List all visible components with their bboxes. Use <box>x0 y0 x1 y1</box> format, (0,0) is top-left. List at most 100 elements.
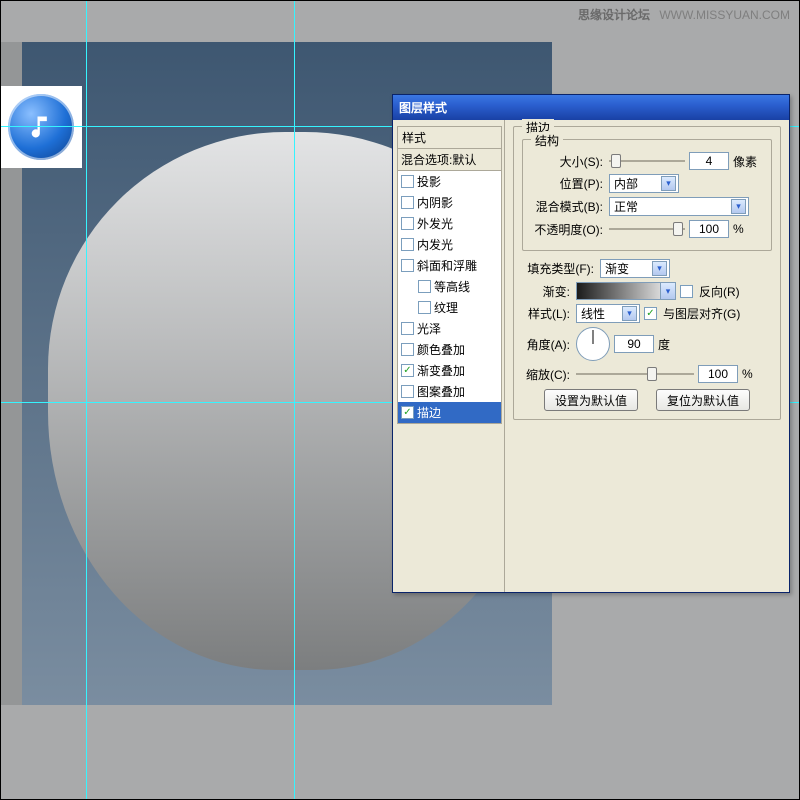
style-select[interactable]: 线性 ▾ <box>576 304 640 323</box>
style-value: 线性 <box>581 305 605 322</box>
angle-row: 角度(A): 度 <box>522 327 772 361</box>
angle-input[interactable] <box>614 335 654 353</box>
style-checkbox[interactable] <box>418 301 431 314</box>
style-checkbox[interactable] <box>401 322 414 335</box>
scale-label: 缩放(C): <box>522 366 570 383</box>
style-item-11[interactable]: ✓描边 <box>398 402 501 423</box>
styles-header[interactable]: 样式 <box>397 126 502 149</box>
style-item-label: 颜色叠加 <box>417 341 465 358</box>
style-item-1[interactable]: 内阴影 <box>398 192 501 213</box>
style-item-4[interactable]: 斜面和浮雕 <box>398 255 501 276</box>
style-item-9[interactable]: ✓渐变叠加 <box>398 360 501 381</box>
position-label: 位置(P): <box>531 175 603 192</box>
reference-icon-thumbnail <box>0 86 82 168</box>
style-checkbox[interactable] <box>401 385 414 398</box>
scale-unit: % <box>742 367 772 381</box>
style-checkbox[interactable] <box>401 238 414 251</box>
chevron-down-icon: ▾ <box>661 176 676 191</box>
style-item-6[interactable]: 纹理 <box>398 297 501 318</box>
filltype-row: 填充类型(F): 渐变 ▾ <box>522 259 772 278</box>
style-checkbox[interactable]: ✓ <box>401 406 414 419</box>
guide-vertical-1[interactable] <box>86 0 87 800</box>
gradient-label: 渐变: <box>522 283 570 300</box>
filltype-select[interactable]: 渐变 ▾ <box>600 259 670 278</box>
opacity-slider[interactable] <box>609 220 685 238</box>
styles-list: 混合选项:默认 投影内阴影外发光内发光斜面和浮雕等高线纹理光泽颜色叠加✓渐变叠加… <box>397 149 502 424</box>
angle-dial[interactable] <box>576 327 610 361</box>
style-item-5[interactable]: 等高线 <box>398 276 501 297</box>
style-checkbox[interactable] <box>401 343 414 356</box>
style-row: 样式(L): 线性 ▾ ✓ 与图层对齐(G) <box>522 304 772 323</box>
size-row: 大小(S): 像素 <box>531 152 763 170</box>
style-label: 样式(L): <box>522 305 570 322</box>
guide-vertical-2[interactable] <box>294 0 295 800</box>
style-item-label: 内发光 <box>417 236 453 253</box>
scale-slider[interactable] <box>576 365 694 383</box>
style-checkbox[interactable] <box>401 196 414 209</box>
opacity-unit: % <box>733 222 763 236</box>
watermark-brand: 思缘设计论坛 <box>578 8 650 22</box>
canvas-background-lower <box>0 704 800 800</box>
gradient-swatch[interactable]: ▾ <box>576 282 676 300</box>
stroke-group: 描边 结构 大小(S): 像素 位置(P): 内部 ▾ <box>513 126 781 420</box>
style-item-label: 纹理 <box>434 299 458 316</box>
style-item-label: 描边 <box>417 404 441 421</box>
style-item-2[interactable]: 外发光 <box>398 213 501 234</box>
opacity-input[interactable] <box>689 220 729 238</box>
style-item-0[interactable]: 投影 <box>398 171 501 192</box>
structure-group: 结构 大小(S): 像素 位置(P): 内部 ▾ <box>522 139 772 251</box>
position-select[interactable]: 内部 ▾ <box>609 174 679 193</box>
angle-unit: 度 <box>658 336 688 353</box>
style-item-label: 投影 <box>417 173 441 190</box>
style-checkbox[interactable]: ✓ <box>401 364 414 377</box>
chevron-down-icon: ▾ <box>660 283 675 299</box>
styles-panel: 样式 混合选项:默认 投影内阴影外发光内发光斜面和浮雕等高线纹理光泽颜色叠加✓渐… <box>393 120 505 592</box>
watermark-url: WWW.MISSYUAN.COM <box>659 8 790 22</box>
filltype-value: 渐变 <box>605 260 629 277</box>
style-item-label: 渐变叠加 <box>417 362 465 379</box>
itunes-circle <box>8 94 74 160</box>
style-item-7[interactable]: 光泽 <box>398 318 501 339</box>
style-item-label: 外发光 <box>417 215 453 232</box>
angle-label: 角度(A): <box>522 336 570 353</box>
position-row: 位置(P): 内部 ▾ <box>531 174 763 193</box>
style-checkbox[interactable] <box>401 175 414 188</box>
size-slider[interactable] <box>609 152 685 170</box>
blending-options-row[interactable]: 混合选项:默认 <box>398 149 501 171</box>
opacity-label: 不透明度(O): <box>531 221 603 238</box>
style-item-3[interactable]: 内发光 <box>398 234 501 255</box>
structure-title: 结构 <box>531 132 563 149</box>
scale-row: 缩放(C): % <box>522 365 772 383</box>
music-note-icon <box>27 113 55 141</box>
gradient-row: 渐变: ▾ 反向(R) <box>522 282 772 300</box>
reverse-checkbox[interactable] <box>680 285 693 298</box>
align-label: 与图层对齐(G) <box>663 305 740 322</box>
set-default-button[interactable]: 设置为默认值 <box>544 389 638 411</box>
blendmode-select[interactable]: 正常 ▾ <box>609 197 749 216</box>
blendmode-label: 混合模式(B): <box>531 198 603 215</box>
size-input[interactable] <box>689 152 729 170</box>
style-item-label: 图案叠加 <box>417 383 465 400</box>
blendmode-row: 混合模式(B): 正常 ▾ <box>531 197 763 216</box>
watermark: 思缘设计论坛 WWW.MISSYUAN.COM <box>578 6 790 23</box>
opacity-row: 不透明度(O): % <box>531 220 763 238</box>
filltype-label: 填充类型(F): <box>522 260 594 277</box>
size-label: 大小(S): <box>531 153 603 170</box>
align-checkbox[interactable]: ✓ <box>644 307 657 320</box>
reset-default-button[interactable]: 复位为默认值 <box>656 389 750 411</box>
chevron-down-icon: ▾ <box>622 306 637 321</box>
blendmode-value: 正常 <box>614 198 638 215</box>
position-value: 内部 <box>614 175 638 192</box>
style-item-8[interactable]: 颜色叠加 <box>398 339 501 360</box>
reverse-label: 反向(R) <box>699 283 740 300</box>
style-checkbox[interactable] <box>401 259 414 272</box>
dialog-titlebar[interactable]: 图层样式 <box>393 95 789 120</box>
style-checkbox[interactable] <box>418 280 431 293</box>
scale-input[interactable] <box>698 365 738 383</box>
style-item-label: 斜面和浮雕 <box>417 257 477 274</box>
settings-panel: 描边 结构 大小(S): 像素 位置(P): 内部 ▾ <box>505 120 789 592</box>
style-checkbox[interactable] <box>401 217 414 230</box>
default-buttons: 设置为默认值 复位为默认值 <box>522 389 772 411</box>
style-item-10[interactable]: 图案叠加 <box>398 381 501 402</box>
chevron-down-icon: ▾ <box>731 199 746 214</box>
